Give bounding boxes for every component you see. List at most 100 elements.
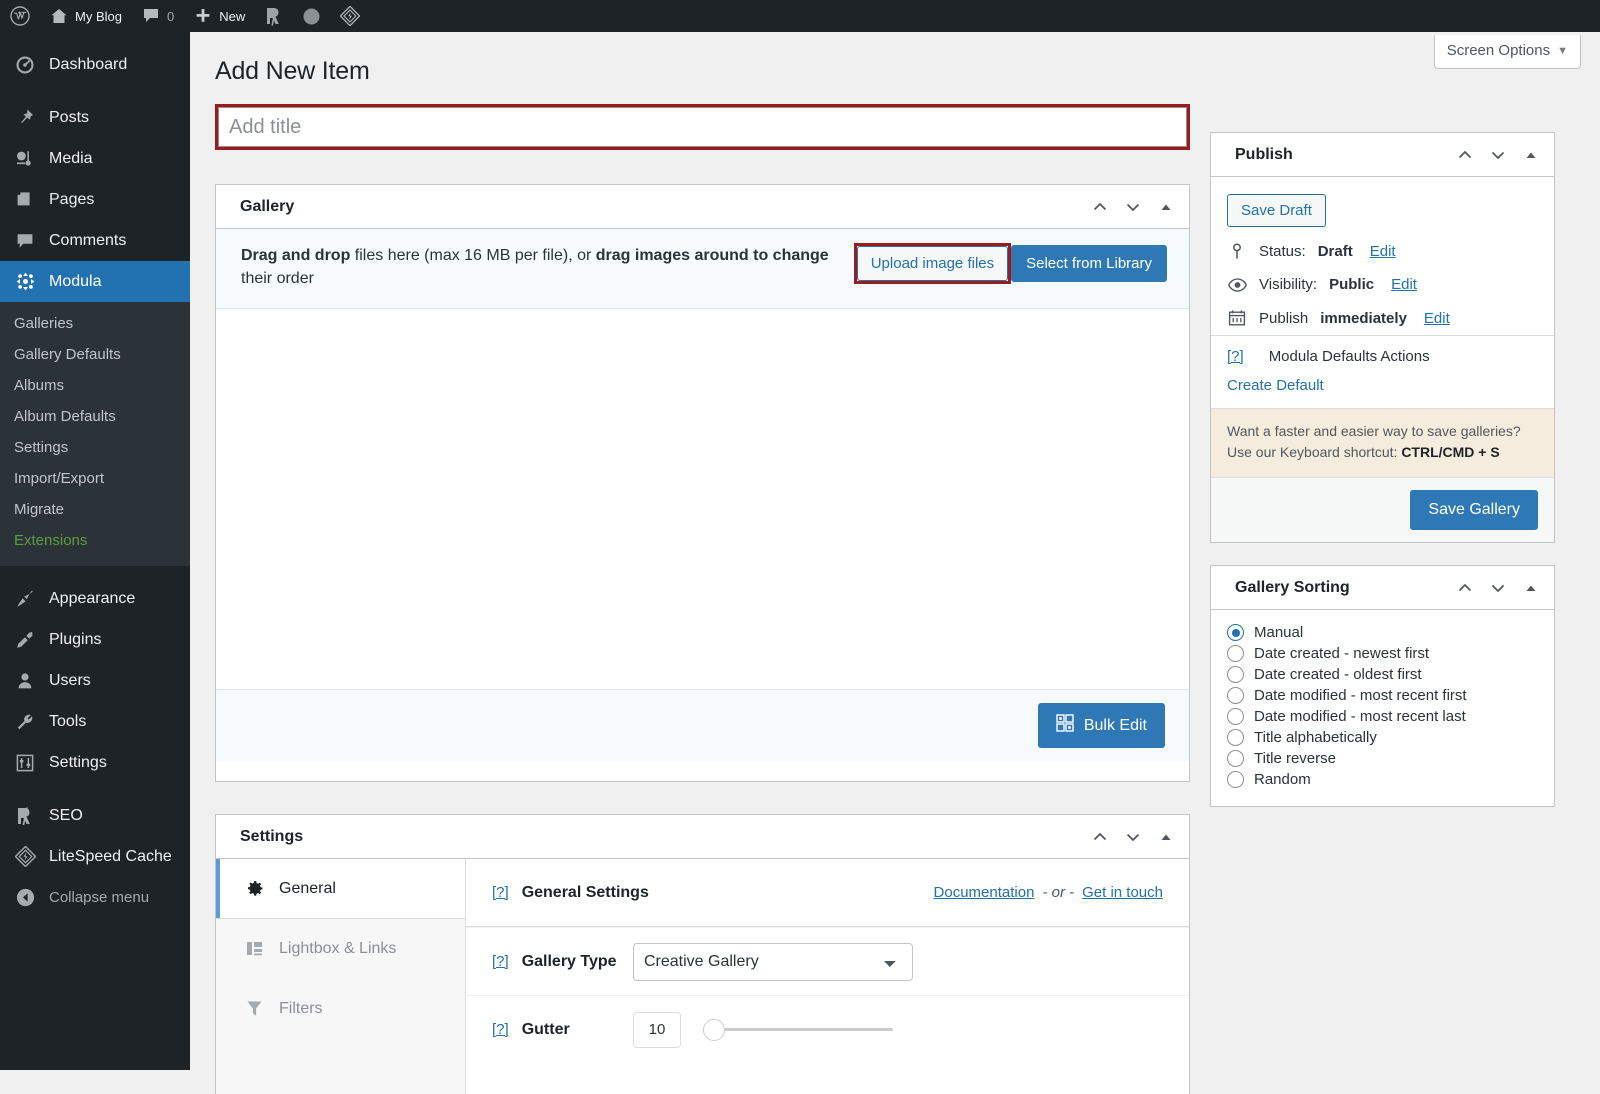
bulk-edit-button[interactable]: Bulk Edit: [1037, 703, 1165, 749]
sorting-option-manual[interactable]: Manual: [1227, 622, 1538, 643]
sidebar-item-modula[interactable]: Modula: [0, 261, 198, 302]
gutter-slider[interactable]: [703, 1018, 893, 1041]
radio-icon[interactable]: [1227, 708, 1244, 725]
move-down-icon[interactable]: [1122, 196, 1144, 218]
sidebar-item-users[interactable]: Users: [0, 660, 190, 701]
gallery-panel-header: Gallery: [216, 185, 1189, 229]
sorting-option-date-modified-recent-last[interactable]: Date modified - most recent last: [1227, 706, 1538, 727]
modula-submenu: Galleries Gallery Defaults Albums Album …: [0, 302, 190, 566]
sidebar-item-tools[interactable]: Tools: [0, 701, 190, 742]
save-draft-button[interactable]: Save Draft: [1227, 194, 1326, 227]
admin-bar: My Blog 0 New: [0, 0, 1600, 32]
gallery-type-select[interactable]: Creative Gallery: [633, 942, 913, 981]
settings-body: General Lightbox & Links Filters [?] Gen…: [216, 859, 1189, 1094]
toggle-panel-icon[interactable]: [1155, 826, 1177, 848]
move-down-icon[interactable]: [1122, 826, 1144, 848]
submenu-item-import-export[interactable]: Import/Export: [0, 463, 190, 494]
submenu-item-gallery-defaults[interactable]: Gallery Defaults: [0, 339, 190, 370]
gallery-dropzone-header: Drag and drop files here (max 16 MB per …: [216, 229, 1189, 310]
toggle-panel-icon[interactable]: [1155, 196, 1177, 218]
sorting-option-date-created-oldest[interactable]: Date created - oldest first: [1227, 664, 1538, 685]
toggle-panel-icon[interactable]: [1520, 144, 1542, 166]
sidebar-item-posts[interactable]: Posts: [0, 97, 190, 138]
move-down-icon[interactable]: [1487, 144, 1509, 166]
submenu-item-settings[interactable]: Settings: [0, 432, 190, 463]
comments-button[interactable]: 0: [132, 0, 184, 32]
site-name-button[interactable]: My Blog: [40, 0, 132, 32]
submenu-item-galleries[interactable]: Galleries: [0, 308, 190, 339]
sidebar-item-seo[interactable]: SEO: [0, 795, 190, 836]
sidebar-item-label: SEO: [49, 806, 83, 824]
move-up-icon[interactable]: [1089, 826, 1111, 848]
bulk-edit-label: Bulk Edit: [1083, 716, 1147, 734]
settings-tab-general[interactable]: General: [216, 859, 465, 919]
sidebar-item-dashboard[interactable]: Dashboard: [0, 44, 190, 85]
upload-image-files-button[interactable]: Upload image files: [856, 246, 1009, 281]
sorting-option-random[interactable]: Random: [1227, 769, 1538, 790]
status-edit-link[interactable]: Edit: [1370, 243, 1396, 260]
help-icon[interactable]: [?]: [492, 953, 509, 970]
radio-icon[interactable]: [1227, 624, 1244, 641]
get-in-touch-link[interactable]: Get in touch: [1082, 884, 1163, 901]
comment-icon: [14, 231, 36, 251]
radio-icon[interactable]: [1227, 729, 1244, 746]
gutter-label: Gutter: [521, 1020, 570, 1038]
publish-edit-link[interactable]: Edit: [1424, 310, 1450, 327]
slider-handle[interactable]: [703, 1018, 725, 1041]
save-gallery-button[interactable]: Save Gallery: [1410, 490, 1538, 530]
radio-icon[interactable]: [1227, 687, 1244, 704]
title-input[interactable]: [218, 107, 1187, 147]
radio-icon[interactable]: [1227, 771, 1244, 788]
gutter-value-input[interactable]: 10: [633, 1011, 681, 1048]
collapse-menu-button[interactable]: Collapse menu: [0, 877, 190, 918]
submenu-item-extensions[interactable]: Extensions: [0, 525, 190, 556]
documentation-link[interactable]: Documentation: [934, 884, 1035, 901]
sidebar-item-plugins[interactable]: Plugins: [0, 619, 190, 660]
sidebar-item-pages[interactable]: Pages: [0, 179, 190, 220]
move-up-icon[interactable]: [1454, 577, 1476, 599]
sidebar-item-comments[interactable]: Comments: [0, 220, 190, 261]
radio-icon[interactable]: [1227, 750, 1244, 767]
settings-tab-lightbox-links[interactable]: Lightbox & Links: [216, 919, 465, 979]
radio-icon[interactable]: [1227, 666, 1244, 683]
move-down-icon[interactable]: [1487, 577, 1509, 599]
radio-icon[interactable]: [1227, 645, 1244, 662]
sorting-option-title-alphabetically[interactable]: Title alphabetically: [1227, 727, 1538, 748]
sidebar-item-litespeed-cache[interactable]: LiteSpeed Cache: [0, 836, 190, 877]
visibility-edit-link[interactable]: Edit: [1391, 276, 1417, 293]
sidebar-item-label: Modula: [49, 272, 102, 290]
wordpress-logo-button[interactable]: [0, 0, 40, 32]
sorting-option-date-modified-recent-first[interactable]: Date modified - most recent first: [1227, 685, 1538, 706]
sidebar-item-appearance[interactable]: Appearance: [0, 578, 190, 619]
help-icon[interactable]: [?]: [492, 1021, 509, 1038]
create-default-link[interactable]: Create Default: [1227, 377, 1538, 394]
help-icon[interactable]: [?]: [492, 884, 509, 901]
sidebar-item-media[interactable]: Media: [0, 138, 190, 179]
submenu-item-album-defaults[interactable]: Album Defaults: [0, 401, 190, 432]
submenu-item-albums[interactable]: Albums: [0, 370, 190, 401]
sorting-option-title-reverse[interactable]: Title reverse: [1227, 748, 1538, 769]
sidebar-item-settings[interactable]: Settings: [0, 742, 190, 783]
pages-icon: [14, 190, 36, 210]
slider-track: [703, 1028, 893, 1031]
toggle-panel-icon[interactable]: [1520, 577, 1542, 599]
publish-panel-controls: [1454, 144, 1542, 166]
settings-tab-filters[interactable]: Filters: [216, 979, 465, 1039]
move-up-icon[interactable]: [1454, 144, 1476, 166]
sidebar-item-label: Posts: [49, 108, 90, 126]
new-content-button[interactable]: New: [184, 0, 255, 32]
sorting-option-label: Random: [1254, 771, 1311, 788]
sidebar-item-label: Tools: [49, 712, 87, 730]
publish-actions: Save Draft: [1211, 177, 1554, 235]
help-icon[interactable]: [?]: [1227, 348, 1244, 365]
yoast-menu-button[interactable]: [255, 0, 293, 32]
move-up-icon[interactable]: [1089, 196, 1111, 218]
avatar-button[interactable]: [293, 0, 330, 32]
screen-options-button[interactable]: Screen Options ▼: [1433, 35, 1581, 69]
submenu-item-migrate[interactable]: Migrate: [0, 494, 190, 525]
select-from-library-button[interactable]: Select from Library: [1011, 245, 1167, 282]
sorting-option-date-created-newest[interactable]: Date created - newest first: [1227, 643, 1538, 664]
litespeed-menu-button[interactable]: [330, 0, 370, 32]
gallery-dropzone-area[interactable]: [216, 309, 1189, 690]
